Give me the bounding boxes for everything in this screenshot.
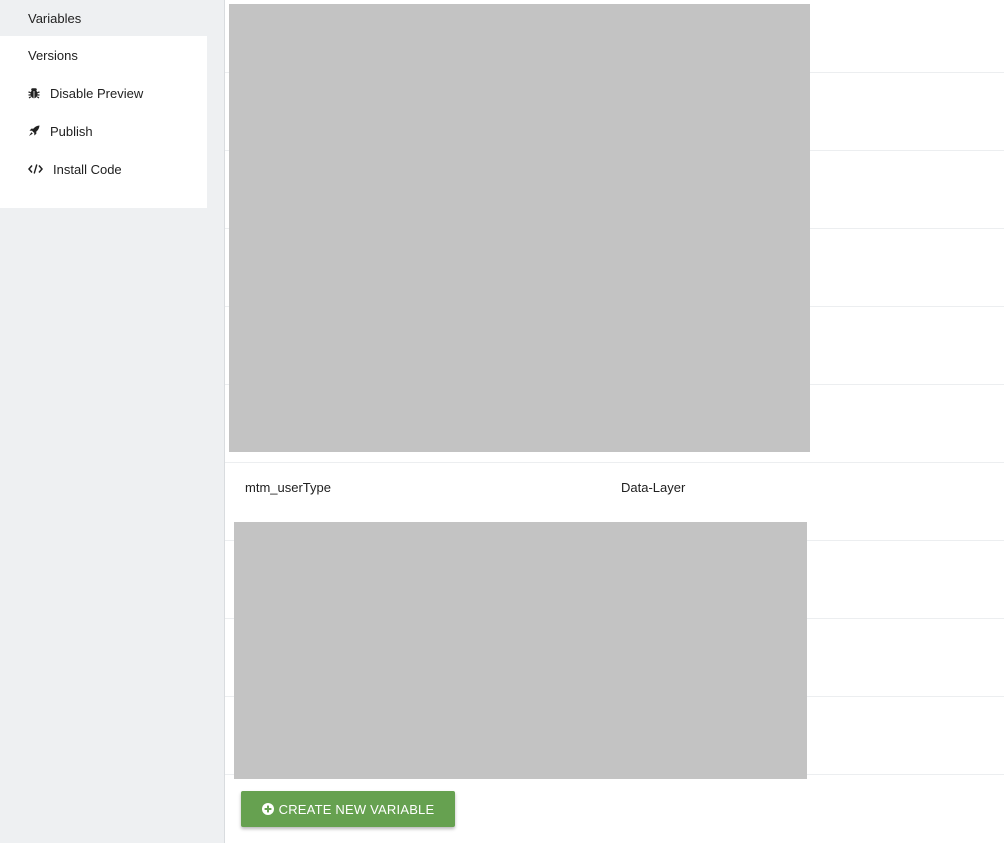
code-icon [28, 163, 43, 175]
sidebar-item-label: Variables [28, 10, 82, 26]
rocket-icon [28, 125, 40, 137]
sidebar-item-label: Install Code [53, 161, 122, 177]
create-new-variable-button[interactable]: CREATE NEW VARIABLE [241, 791, 455, 827]
redacted-rows-block [229, 4, 810, 452]
sidebar-item-label: Versions [28, 47, 78, 63]
sidebar-item-versions[interactable]: Versions [0, 36, 207, 74]
variable-name-cell: mtm_userType [245, 480, 331, 495]
variables-table: mtm_userType Data-Layer CREATE NEW VARIA… [225, 0, 1004, 843]
row-divider [225, 462, 1004, 463]
sidebar: Variables Versions Disable Preview Publi… [0, 0, 224, 843]
bug-icon [28, 87, 40, 99]
create-button-label: CREATE NEW VARIABLE [278, 801, 435, 817]
variable-type-cell: Data-Layer [621, 480, 686, 495]
plus-circle-icon [261, 803, 274, 815]
sidebar-item-variables[interactable]: Variables [0, 0, 207, 36]
sidebar-item-disable-preview[interactable]: Disable Preview [0, 74, 207, 112]
sidebar-item-label: Disable Preview [50, 85, 144, 101]
sidebar-item-label: Publish [50, 123, 93, 139]
redacted-rows-block [234, 522, 807, 779]
sidebar-item-publish[interactable]: Publish [0, 112, 207, 150]
sidebar-item-install-code[interactable]: Install Code [0, 150, 207, 188]
page: Variables Versions Disable Preview Publi… [0, 0, 1004, 843]
